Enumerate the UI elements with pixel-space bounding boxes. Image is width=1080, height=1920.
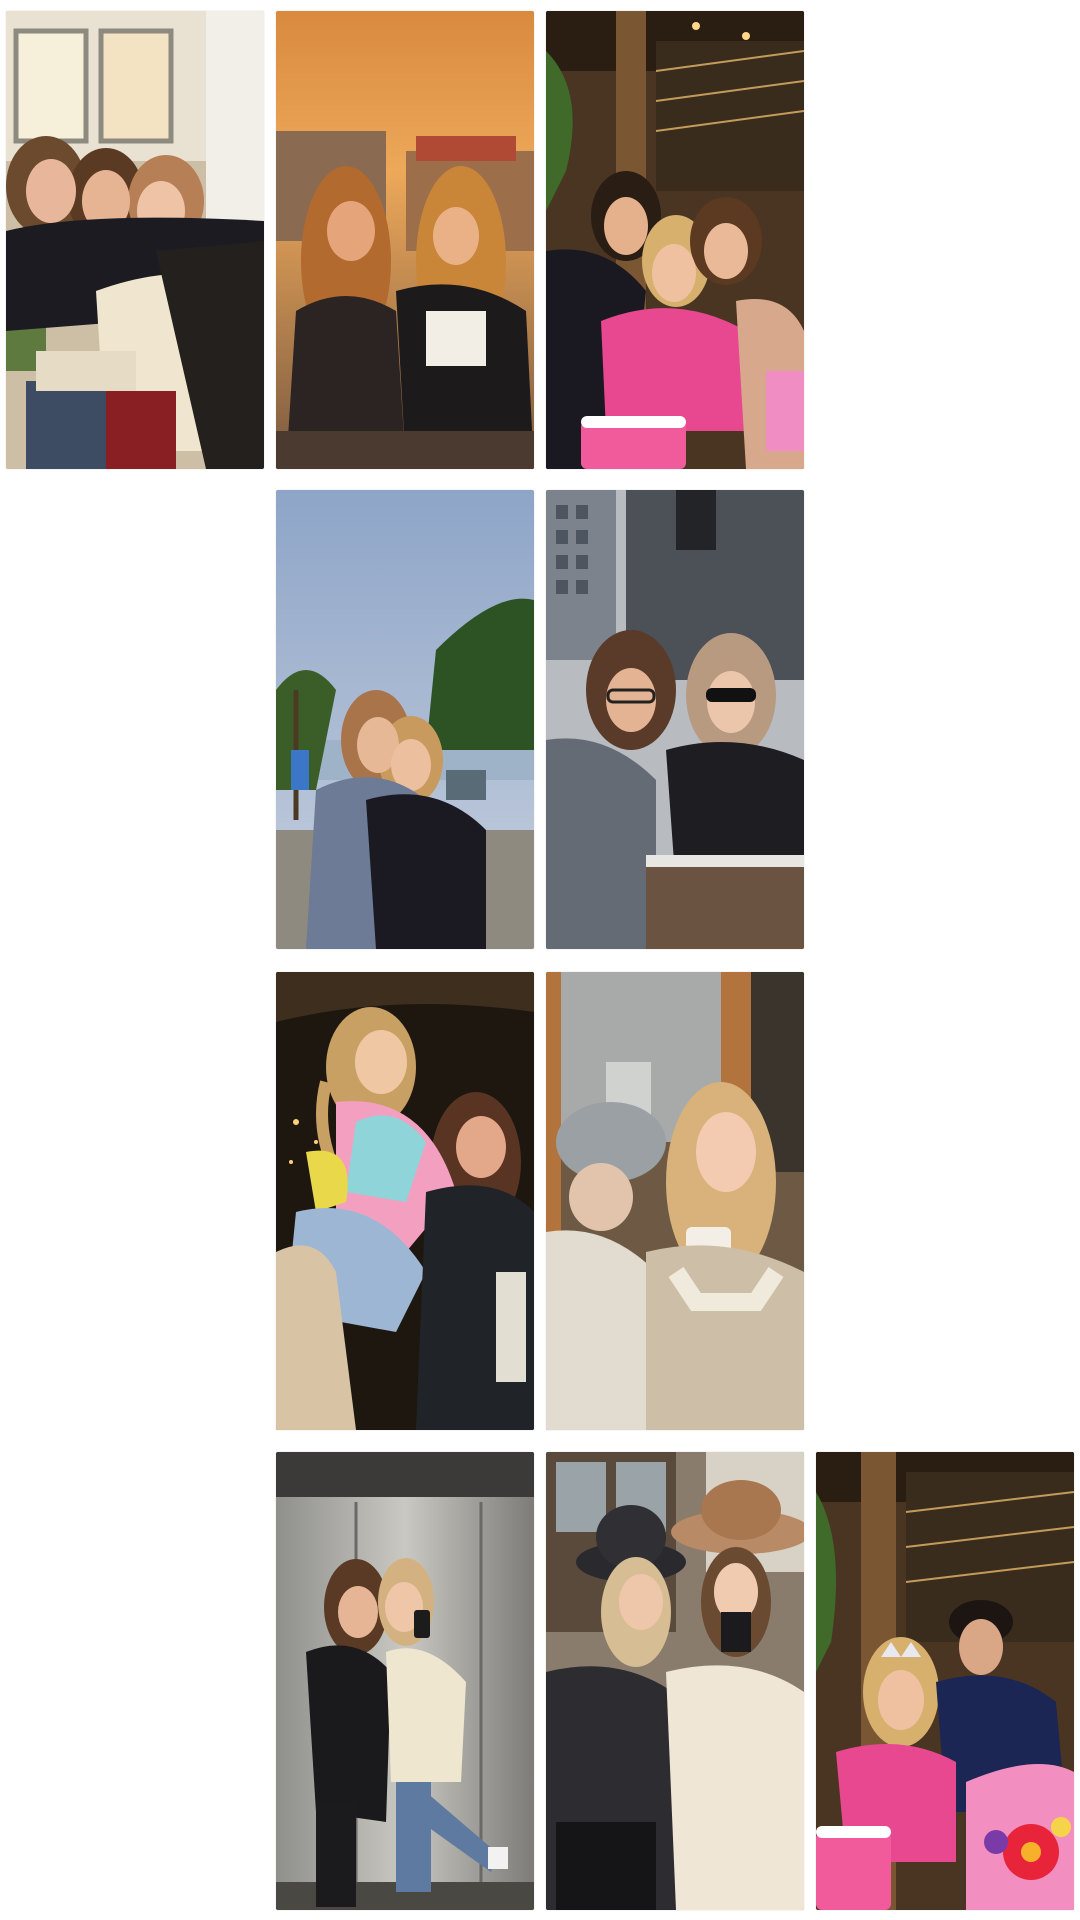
- photo-image: [276, 490, 534, 949]
- photo-image: [276, 1452, 534, 1910]
- photo-birthday-flowers[interactable]: [816, 1452, 1074, 1910]
- photo-image: [546, 11, 804, 469]
- photo-image: [546, 972, 804, 1430]
- photo-piggyback-night[interactable]: [276, 972, 534, 1430]
- photo-beanie-coffee[interactable]: [546, 972, 804, 1430]
- photo-three-friends-hug[interactable]: [6, 11, 264, 469]
- photo-birthday-cake-trio[interactable]: [546, 11, 804, 469]
- photo-seaside-hug[interactable]: [276, 490, 534, 949]
- photo-image: [276, 972, 534, 1430]
- photo-image: [546, 490, 804, 949]
- photo-image: [6, 11, 264, 469]
- photo-hats-friends[interactable]: [546, 1452, 804, 1910]
- photo-elevator-selfie[interactable]: [276, 1452, 534, 1910]
- photo-sunglasses-city[interactable]: [546, 490, 804, 949]
- photo-image: [546, 1452, 804, 1910]
- photo-image: [816, 1452, 1074, 1910]
- photo-sunset-friends[interactable]: [276, 11, 534, 469]
- photo-image: [276, 11, 534, 469]
